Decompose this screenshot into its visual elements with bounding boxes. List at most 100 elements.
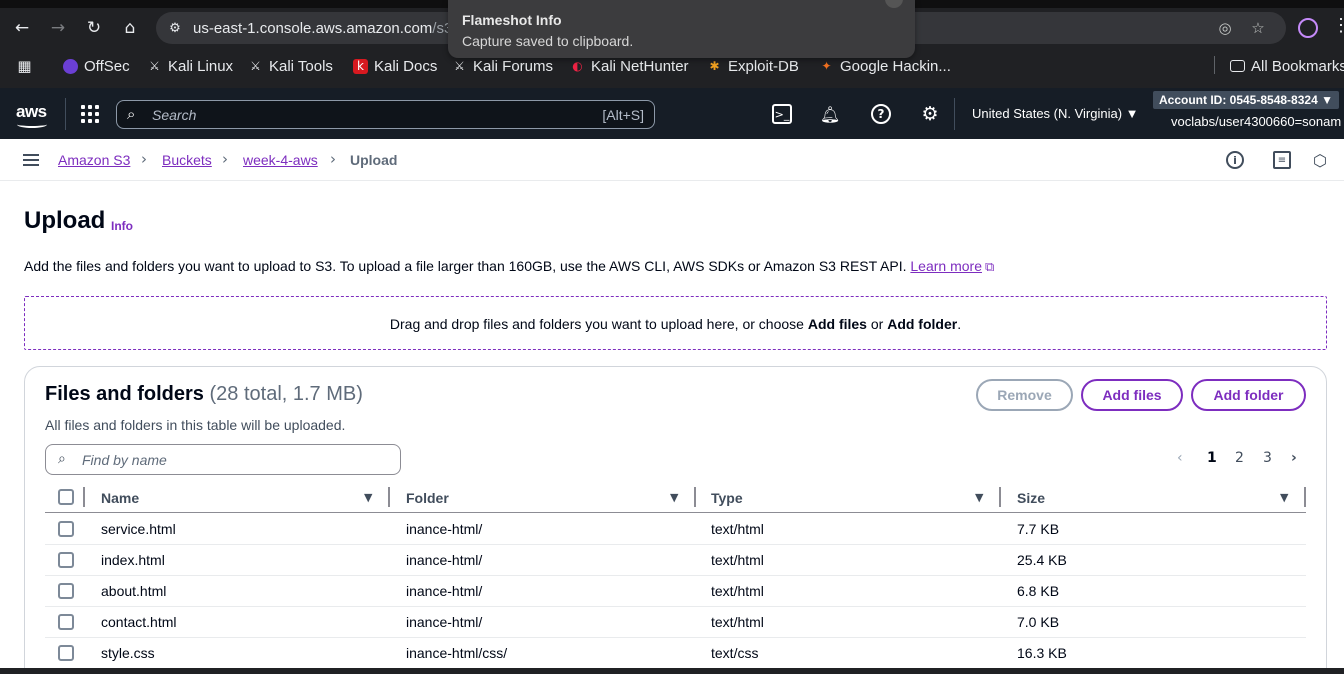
- cell-name: style.css: [101, 645, 155, 661]
- column-header-folder[interactable]: Folder: [406, 490, 449, 506]
- bookmark-exploit-db[interactable]: ✱ Exploit-DB: [707, 55, 798, 77]
- cell-type: text/html: [711, 521, 764, 537]
- reload-icon[interactable]: ↻: [82, 16, 106, 40]
- help-icon[interactable]: ?: [871, 104, 891, 124]
- security-icon[interactable]: ⬡: [1311, 151, 1329, 170]
- find-by-name-input[interactable]: ⌕ Find by name: [45, 444, 401, 475]
- flameshot-notification: Flameshot Info Capture saved to clipboar…: [448, 0, 915, 58]
- sort-down-icon[interactable]: ▼: [670, 491, 678, 504]
- back-icon[interactable]: ←: [10, 16, 34, 40]
- bookmark-kali-tools[interactable]: ⚔ Kali Tools: [248, 55, 333, 77]
- files-panel-subtitle: All files and folders in this table will…: [45, 417, 346, 433]
- column-header-type[interactable]: Type: [711, 490, 743, 506]
- breadcrumb-buckets[interactable]: Buckets: [162, 152, 212, 168]
- aws-search-input[interactable]: ⌕ Search [Alt+S]: [116, 100, 655, 129]
- services-grid-icon[interactable]: [81, 105, 99, 123]
- add-folder-button[interactable]: Add folder: [1191, 379, 1306, 411]
- site-settings-icon[interactable]: ⚙: [166, 19, 184, 37]
- cell-size: 7.0 KB: [1017, 614, 1060, 630]
- address-url: us-east-1.console.aws.amazon.com/s3/up: [193, 20, 473, 37]
- search-shortcut: [Alt+S]: [602, 107, 644, 123]
- breadcrumb-bucket[interactable]: week-4-aws: [243, 152, 318, 168]
- cell-folder: inance-html/: [406, 583, 483, 599]
- notification-close-icon[interactable]: [885, 0, 903, 8]
- gear-icon[interactable]: ⚙: [920, 103, 940, 125]
- info-link[interactable]: Info: [111, 219, 133, 233]
- all-bookmarks[interactable]: All Bookmarks: [1230, 55, 1344, 77]
- cell-size: 6.8 KB: [1017, 583, 1060, 599]
- row-checkbox[interactable]: [58, 521, 74, 537]
- row-checkbox[interactable]: [58, 552, 74, 568]
- bookmark-kali-forums[interactable]: ⚔ Kali Forums: [452, 55, 553, 77]
- bookmark-offsec[interactable]: OffSec: [63, 55, 130, 77]
- column-divider: [83, 487, 85, 507]
- files-count: (28 total, 1.7 MB): [209, 383, 363, 405]
- kali-docs-icon: k: [353, 58, 368, 74]
- column-divider[interactable]: [388, 487, 390, 507]
- menu-icon[interactable]: [23, 154, 39, 166]
- notification-body: Capture saved to clipboard.: [462, 33, 634, 49]
- apps-icon[interactable]: ▦: [17, 55, 32, 77]
- next-page-icon[interactable]: ›: [1291, 450, 1297, 466]
- row-checkbox[interactable]: [58, 645, 74, 661]
- column-header-size[interactable]: Size: [1017, 490, 1045, 506]
- bookmark-kali-docs[interactable]: k Kali Docs: [353, 55, 437, 77]
- chevron-right-icon: ›: [330, 150, 336, 168]
- cell-size: 16.3 KB: [1017, 645, 1067, 661]
- row-checkbox[interactable]: [58, 583, 74, 599]
- search-placeholder: Search: [152, 107, 197, 123]
- page-1[interactable]: 1: [1207, 450, 1217, 466]
- profile-icon[interactable]: [1298, 18, 1318, 38]
- ghdb-icon: ✦: [821, 58, 832, 73]
- page-description: Add the files and folders you want to up…: [24, 258, 995, 275]
- upload-dropzone[interactable]: Drag and drop files and folders you want…: [24, 296, 1327, 350]
- learn-more-link[interactable]: Learn more: [910, 258, 982, 274]
- eye-off-icon[interactable]: ◎: [1216, 19, 1234, 37]
- cloudshell-icon[interactable]: >_: [772, 104, 792, 124]
- files-folders-panel: [24, 366, 1327, 674]
- page-title: Upload: [24, 207, 106, 234]
- breadcrumb-amazon-s3[interactable]: Amazon S3: [58, 152, 130, 168]
- account-user[interactable]: voclabs/user4300660=sonam: [1171, 114, 1341, 129]
- external-link-icon: ⧉: [984, 260, 995, 275]
- row-divider: [45, 606, 1306, 607]
- exploit-db-icon: ✱: [709, 58, 720, 73]
- home-icon[interactable]: ⌂: [118, 16, 142, 40]
- bookmark-google-hacking[interactable]: ✦ Google Hackin...: [819, 55, 950, 77]
- prev-page-icon[interactable]: ‹: [1177, 450, 1183, 466]
- notifications-panel-icon[interactable]: ≡: [1273, 151, 1291, 169]
- sort-down-icon[interactable]: ▼: [364, 491, 372, 504]
- row-divider: [45, 544, 1306, 545]
- forward-icon[interactable]: →: [46, 16, 70, 40]
- column-divider[interactable]: [1304, 487, 1306, 507]
- offsec-icon: [63, 58, 78, 74]
- chevron-right-icon: ›: [222, 150, 228, 168]
- row-checkbox[interactable]: [58, 614, 74, 630]
- kali-icon: ⚔: [250, 58, 261, 73]
- region-selector[interactable]: United States (N. Virginia) ▼: [972, 106, 1139, 121]
- bottom-edge: [0, 668, 1344, 674]
- page-3[interactable]: 3: [1263, 450, 1272, 466]
- bookmark-kali-linux[interactable]: ⚔ Kali Linux: [147, 55, 233, 77]
- cell-name: about.html: [101, 583, 167, 599]
- chevron-right-icon: ›: [141, 150, 147, 168]
- cell-folder: inance-html/: [406, 614, 483, 630]
- info-icon[interactable]: i: [1226, 151, 1244, 169]
- aws-logo[interactable]: aws: [16, 102, 47, 122]
- sort-down-icon[interactable]: ▼: [975, 491, 983, 504]
- nav-divider: [65, 98, 66, 130]
- add-files-button[interactable]: Add files: [1081, 379, 1183, 411]
- account-id-badge[interactable]: Account ID: 0545-8548-8324 ▼: [1153, 91, 1339, 109]
- column-header-name[interactable]: Name: [101, 490, 139, 506]
- bookmark-star-icon[interactable]: ☆: [1249, 19, 1267, 37]
- select-all-checkbox[interactable]: [58, 489, 74, 505]
- column-divider[interactable]: [694, 487, 696, 507]
- column-divider[interactable]: [999, 487, 1001, 507]
- page-2[interactable]: 2: [1235, 450, 1244, 466]
- bookmark-kali-nethunter[interactable]: ◐ Kali NetHunter: [570, 55, 688, 77]
- bell-icon[interactable]: 🔔︎: [820, 104, 840, 124]
- dropzone-text: Drag and drop files and folders you want…: [389, 316, 962, 332]
- browser-menu-icon[interactable]: ⋮: [1332, 15, 1344, 36]
- sort-down-icon[interactable]: ▼: [1280, 491, 1288, 504]
- remove-button[interactable]: Remove: [976, 379, 1073, 411]
